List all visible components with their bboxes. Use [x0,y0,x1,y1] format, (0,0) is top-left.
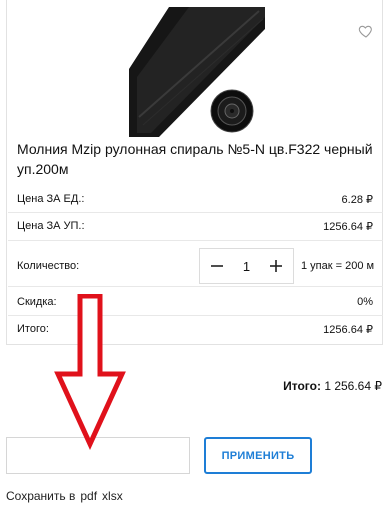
order-total-value: 1 256.64 ₽ [324,379,382,393]
save-pdf-link[interactable]: pdf [80,489,97,503]
order-total-label: Итого: [283,379,321,393]
quantity-row: Количество: 1 1 упак = 200 м [17,246,377,286]
quantity-stepper: 1 [199,248,294,284]
divider [8,286,383,287]
plus-button[interactable] [265,255,287,277]
down-arrow-annotation [54,294,126,450]
save-xlsx-link[interactable]: xlsx [102,489,123,503]
price-unit-value: 6.28 ₽ [341,193,373,206]
quantity-label: Количество: [17,260,80,272]
quantity-value[interactable]: 1 [243,259,250,274]
price-pack-value: 1256.64 ₽ [323,220,373,233]
discount-value: 0% [357,296,373,308]
product-title[interactable]: Молния Mzip рулонная спираль №5-N цв.F32… [17,139,377,179]
discount-label: Скидка: [17,296,57,308]
pack-note: 1 упак = 200 м [301,260,375,272]
item-total-label: Итого: [17,323,49,335]
price-pack-row: Цена ЗА УП.: 1256.64 ₽ [17,214,373,238]
plus-icon [269,260,282,272]
heart-icon[interactable] [358,23,374,39]
price-unit-label: Цена ЗА ЕД.: [17,193,85,205]
save-as-bar: Сохранить в pdf xlsx [6,489,123,503]
divider [8,212,383,213]
item-total-value: 1256.64 ₽ [323,323,373,336]
minus-icon [211,265,223,267]
apply-button[interactable]: ПРИМЕНИТЬ [204,437,312,474]
price-pack-label: Цена ЗА УП.: [17,220,85,232]
zipper-roll-image [129,7,265,137]
order-total: Итого: 1 256.64 ₽ [283,379,382,393]
minus-button[interactable] [206,255,228,277]
price-unit-row: Цена ЗА ЕД.: 6.28 ₽ [17,187,373,211]
divider [8,240,383,241]
save-label: Сохранить в [6,489,76,503]
